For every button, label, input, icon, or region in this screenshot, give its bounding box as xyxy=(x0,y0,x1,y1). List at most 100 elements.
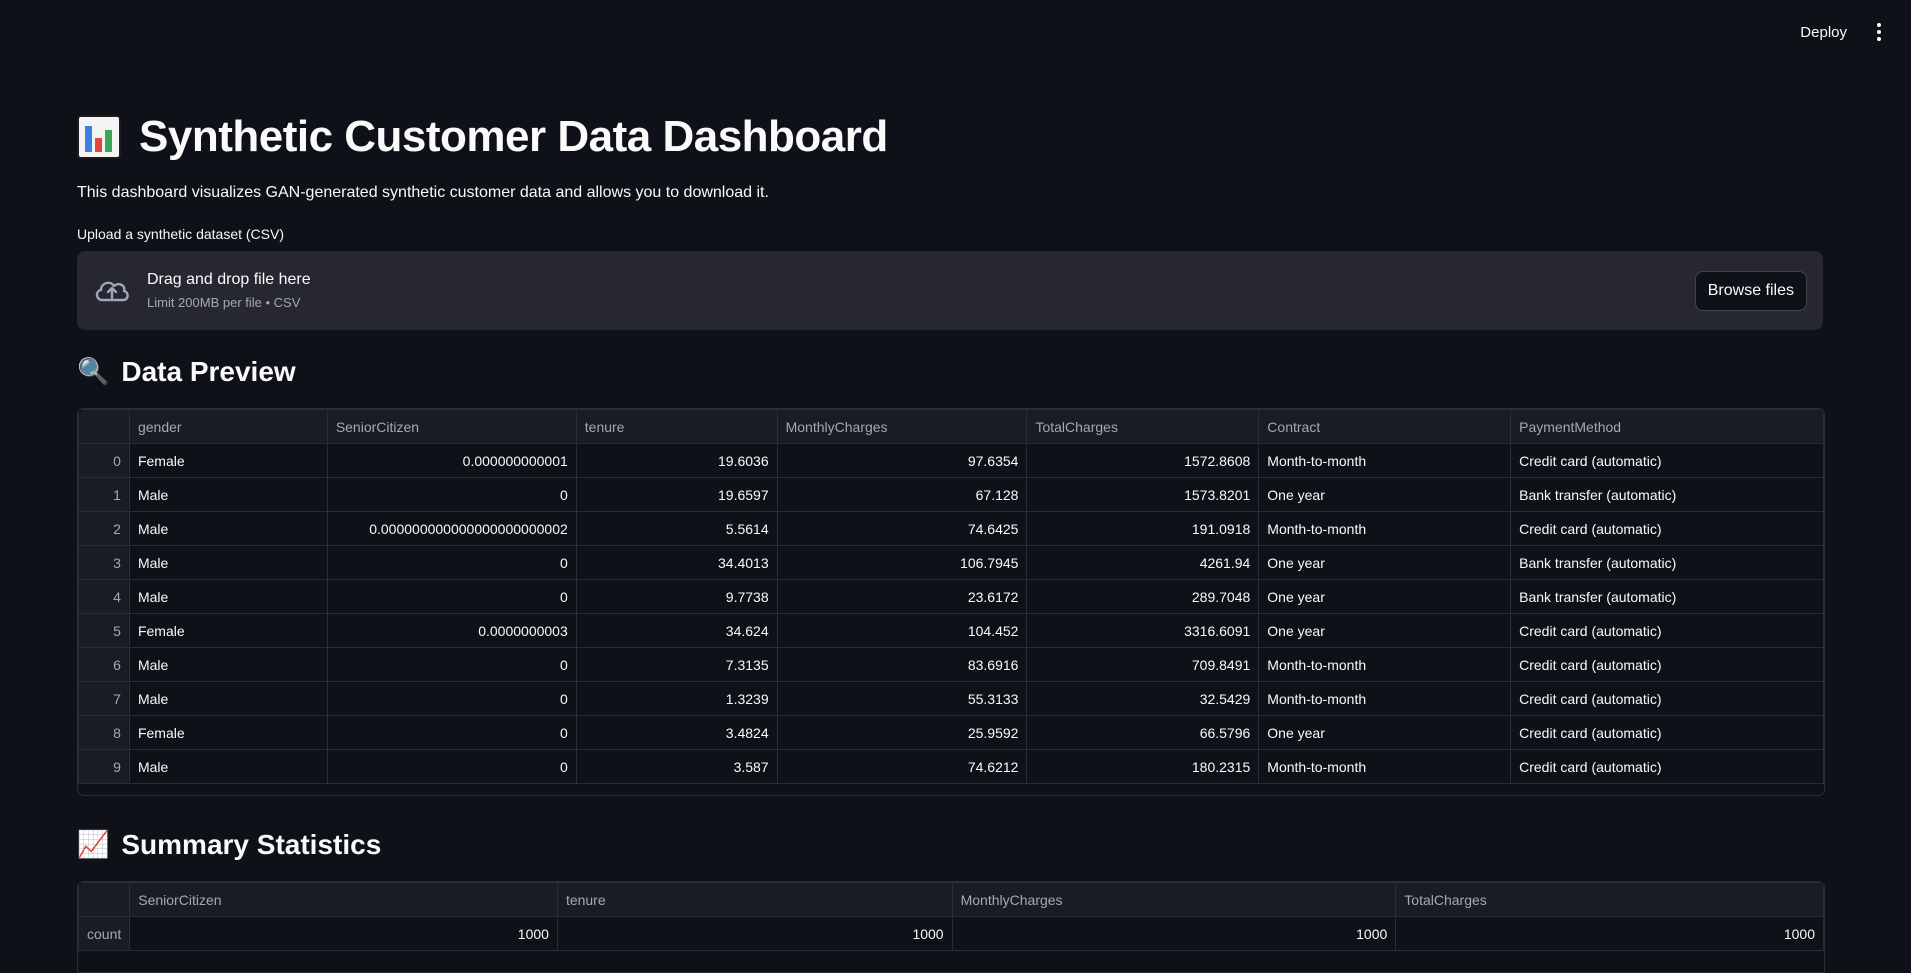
column-header[interactable]: tenure xyxy=(556,882,953,917)
column-header[interactable]: MonthlyCharges xyxy=(776,409,1028,444)
table-cell[interactable]: Male xyxy=(128,681,328,716)
column-header[interactable]: Contract xyxy=(1258,409,1512,444)
table-cell[interactable]: 1572.8608 xyxy=(1026,443,1260,478)
table-cell[interactable]: 83.6916 xyxy=(776,647,1028,682)
table-cell[interactable]: Credit card (automatic) xyxy=(1510,511,1824,546)
table-cell[interactable]: One year xyxy=(1258,545,1512,580)
row-index: 6 xyxy=(78,647,130,682)
column-header[interactable]: PaymentMethod xyxy=(1510,409,1824,444)
table-cell[interactable]: Male xyxy=(128,477,328,512)
table-cell[interactable]: Male xyxy=(128,647,328,682)
table-cell[interactable]: 0 xyxy=(326,647,577,682)
column-header[interactable]: SeniorCitizen xyxy=(129,882,558,917)
table-cell[interactable]: 74.6425 xyxy=(776,511,1028,546)
table-cell[interactable]: Bank transfer (automatic) xyxy=(1510,545,1824,580)
table-cell[interactable]: Credit card (automatic) xyxy=(1510,613,1824,648)
column-header[interactable]: TotalCharges xyxy=(1026,409,1260,444)
table-cell[interactable]: 180.2315 xyxy=(1026,749,1260,784)
table-cell[interactable]: Male xyxy=(128,749,328,784)
table-cell[interactable]: 1.3239 xyxy=(575,681,778,716)
table-cell[interactable]: Month-to-month xyxy=(1258,511,1512,546)
table-cell[interactable]: One year xyxy=(1258,613,1512,648)
table-cell[interactable]: Bank transfer (automatic) xyxy=(1510,579,1824,614)
table-cell[interactable]: Credit card (automatic) xyxy=(1510,715,1824,750)
table-cell[interactable]: 5.5614 xyxy=(575,511,778,546)
column-header[interactable]: TotalCharges xyxy=(1395,882,1824,917)
table-cell[interactable]: 32.5429 xyxy=(1026,681,1260,716)
table-cell[interactable]: 1000 xyxy=(556,916,953,951)
table-cell[interactable]: 0.000000000001 xyxy=(326,443,577,478)
table-cell[interactable]: 9.7738 xyxy=(575,579,778,614)
table-cell[interactable]: Female xyxy=(128,715,328,750)
row-index: 8 xyxy=(78,715,130,750)
table-cell[interactable]: Credit card (automatic) xyxy=(1510,749,1824,784)
table-cell[interactable]: 19.6597 xyxy=(575,477,778,512)
table-cell[interactable]: Month-to-month xyxy=(1258,681,1512,716)
table-cell[interactable]: 0 xyxy=(326,681,577,716)
index-header xyxy=(78,409,130,444)
table-cell[interactable]: One year xyxy=(1258,579,1512,614)
table-cell[interactable]: 1573.8201 xyxy=(1026,477,1260,512)
table-cell[interactable]: Male xyxy=(128,511,328,546)
table-cell[interactable]: 66.5796 xyxy=(1026,715,1260,750)
chart-increasing-icon: 📈 xyxy=(77,830,110,860)
table-cell[interactable]: 1000 xyxy=(951,916,1397,951)
main-menu-icon[interactable] xyxy=(1871,19,1887,45)
table-cell[interactable]: 97.6354 xyxy=(776,443,1028,478)
table-cell[interactable]: Bank transfer (automatic) xyxy=(1510,477,1824,512)
deploy-button[interactable]: Deploy xyxy=(1790,18,1857,47)
table-cell[interactable]: 1000 xyxy=(129,916,558,951)
browse-files-button[interactable]: Browse files xyxy=(1694,270,1807,311)
table-cell[interactable]: Month-to-month xyxy=(1258,647,1512,682)
index-header xyxy=(78,882,131,917)
table-cell[interactable]: 0.0000000003 xyxy=(326,613,577,648)
table-cell[interactable]: 3.587 xyxy=(575,749,778,784)
table-cell[interactable]: 34.4013 xyxy=(575,545,778,580)
table-cell[interactable]: Male xyxy=(128,579,328,614)
table-cell[interactable]: 191.0918 xyxy=(1026,511,1260,546)
table-cell[interactable]: One year xyxy=(1258,715,1512,750)
table-cell[interactable]: 3316.6091 xyxy=(1026,613,1260,648)
table-row: 7 Male 0 1.3239 55.3133 32.5429 Month-to-month… xyxy=(78,681,1824,716)
table-cell[interactable]: 74.6212 xyxy=(776,749,1028,784)
table-cell[interactable]: 7.3135 xyxy=(575,647,778,682)
column-header[interactable]: tenure xyxy=(575,409,778,444)
table-cell[interactable]: Credit card (automatic) xyxy=(1510,443,1824,478)
table-cell[interactable]: Credit card (automatic) xyxy=(1510,681,1824,716)
table-cell[interactable]: 0 xyxy=(326,715,577,750)
table-cell[interactable]: Month-to-month xyxy=(1258,443,1512,478)
table-cell[interactable]: Female xyxy=(128,613,328,648)
column-header[interactable]: gender xyxy=(128,409,328,444)
table-cell[interactable]: 0 xyxy=(326,579,577,614)
file-uploader-label: Upload a synthetic dataset (CSV) xyxy=(77,226,284,242)
table-cell[interactable]: 4261.94 xyxy=(1026,545,1260,580)
table-cell[interactable]: Female xyxy=(128,443,328,478)
table-cell[interactable]: Credit card (automatic) xyxy=(1510,647,1824,682)
row-index: 9 xyxy=(78,749,130,784)
table-cell[interactable]: 55.3133 xyxy=(776,681,1028,716)
table-cell[interactable]: 106.7945 xyxy=(776,545,1028,580)
table-cell[interactable]: 3.4824 xyxy=(575,715,778,750)
column-header[interactable]: MonthlyCharges xyxy=(951,882,1397,917)
table-cell[interactable]: 0 xyxy=(326,545,577,580)
table-cell[interactable]: 709.8491 xyxy=(1026,647,1260,682)
table-cell[interactable]: 289.7048 xyxy=(1026,579,1260,614)
table-cell[interactable]: 23.6172 xyxy=(776,579,1028,614)
table-cell[interactable]: 0 xyxy=(326,477,577,512)
file-dropzone[interactable]: Drag and drop file here Limit 200MB per … xyxy=(77,251,1823,330)
table-cell[interactable]: 19.6036 xyxy=(575,443,778,478)
table-cell[interactable]: 104.452 xyxy=(776,613,1028,648)
data-preview-table[interactable]: gender SeniorCitizen tenure MonthlyCharges T… xyxy=(77,408,1825,796)
column-header[interactable]: SeniorCitizen xyxy=(326,409,577,444)
table-cell[interactable]: 0 xyxy=(326,749,577,784)
table-cell[interactable]: Male xyxy=(128,545,328,580)
summary-statistics-table[interactable]: SeniorCitizen tenure MonthlyCharges TotalCh… xyxy=(77,881,1825,973)
table-cell[interactable]: One year xyxy=(1258,477,1512,512)
table-cell[interactable]: Month-to-month xyxy=(1258,749,1512,784)
table-cell[interactable]: 34.624 xyxy=(575,613,778,648)
bar-chart-icon xyxy=(77,115,121,159)
table-cell[interactable]: 25.9592 xyxy=(776,715,1028,750)
table-cell[interactable]: 0.000000000000000000000002 xyxy=(326,511,577,546)
table-cell[interactable]: 67.128 xyxy=(776,477,1028,512)
table-cell[interactable]: 1000 xyxy=(1395,916,1824,951)
